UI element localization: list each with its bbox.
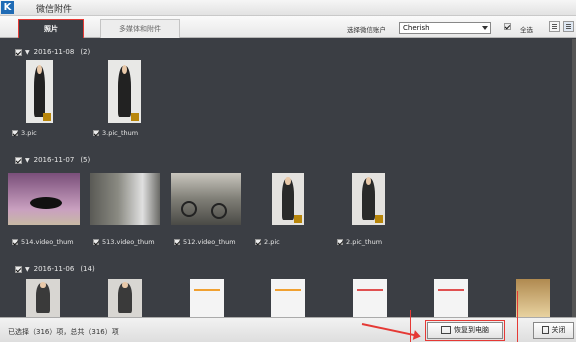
close-button[interactable]: 关闭 <box>533 322 574 339</box>
status-bar: 已选择（316）项，总共（316）项 恢复到电脑 关闭 <box>0 317 576 342</box>
exit-icon <box>541 326 549 334</box>
item-label: 513.video_thum <box>93 238 155 246</box>
photo-thumbnail[interactable] <box>516 279 550 317</box>
select-all-label: 全选 <box>520 26 533 34</box>
item-label: 3.pic_thum <box>93 129 138 137</box>
collapse-triangle-icon[interactable]: ▼ <box>25 49 30 57</box>
chevron-down-icon <box>482 26 488 30</box>
annotation-line <box>410 310 411 342</box>
item-checkbox[interactable] <box>12 130 18 136</box>
account-select[interactable]: Cherish <box>399 22 491 34</box>
collapse-triangle-icon[interactable]: ▼ <box>25 157 30 165</box>
window-title: 微信附件 <box>36 5 73 15</box>
video-thumbnail[interactable] <box>90 173 160 225</box>
photo-thumbnail[interactable] <box>352 173 385 225</box>
vertical-scrollbar[interactable] <box>572 39 576 317</box>
selection-status: 已选择（316）项，总共（316）项 <box>8 328 119 336</box>
app-logo-icon: K <box>1 1 14 14</box>
item-label: 2.pic_thum <box>337 238 382 246</box>
tab-media-attachments[interactable]: 多媒体和附件 <box>100 19 180 38</box>
video-thumbnail[interactable] <box>171 173 241 225</box>
item-label: 512.video_thum <box>174 238 236 246</box>
group-checkbox[interactable] <box>15 156 22 164</box>
tab-photos[interactable]: 照片 <box>18 19 84 38</box>
group-checkbox[interactable] <box>15 265 22 273</box>
group-date: 2016-11-08 <box>33 48 75 56</box>
screenshot-thumbnail[interactable] <box>353 279 387 317</box>
group-header[interactable]: ▼ 2016-11-07 (5) <box>15 156 90 165</box>
photo-thumbnail[interactable] <box>26 279 60 317</box>
item-label: 2.pic <box>255 238 280 246</box>
item-checkbox[interactable] <box>93 239 99 245</box>
grid-view-icon[interactable] <box>563 21 574 32</box>
item-label: 3.pic <box>12 129 37 137</box>
item-label: 514.video_thum <box>12 238 74 246</box>
photo-gallery: ▼ 2016-11-08 (2) 3.pic 3.pic_thum ▼ 2016-11… <box>0 39 572 317</box>
group-count: (14) <box>80 265 95 273</box>
item-checkbox[interactable] <box>255 239 261 245</box>
restore-to-computer-button[interactable]: 恢复到电脑 <box>425 320 505 341</box>
photo-thumbnail[interactable] <box>108 60 141 123</box>
item-checkbox[interactable] <box>12 239 18 245</box>
select-all-checkbox[interactable] <box>504 23 511 30</box>
screenshot-thumbnail[interactable] <box>434 279 468 317</box>
screenshot-thumbnail[interactable] <box>271 279 305 317</box>
group-count: (5) <box>80 156 91 164</box>
photo-thumbnail[interactable] <box>272 173 304 225</box>
title-bar: K 微信附件 <box>0 0 576 16</box>
item-checkbox[interactable] <box>337 239 343 245</box>
item-checkbox[interactable] <box>174 239 180 245</box>
screenshot-thumbnail[interactable] <box>190 279 224 317</box>
account-select-value: Cherish <box>403 24 430 32</box>
group-checkbox[interactable] <box>15 48 22 56</box>
toolbar: 照片 多媒体和附件 选择微信账户 Cherish 全选 <box>0 16 576 38</box>
group-date: 2016-11-06 <box>33 265 75 273</box>
annotation-line <box>517 291 518 342</box>
group-date: 2016-11-07 <box>33 156 75 164</box>
group-count: (2) <box>80 48 91 56</box>
photo-thumbnail[interactable] <box>26 60 53 123</box>
group-header[interactable]: ▼ 2016-11-08 (2) <box>15 48 90 57</box>
group-header[interactable]: ▼ 2016-11-06 (14) <box>15 265 95 274</box>
account-label: 选择微信账户 <box>347 26 386 34</box>
item-checkbox[interactable] <box>93 130 99 136</box>
list-view-icon[interactable] <box>549 21 560 32</box>
photo-thumbnail[interactable] <box>108 279 142 317</box>
collapse-triangle-icon[interactable]: ▼ <box>25 266 30 274</box>
monitor-icon <box>441 326 451 334</box>
video-thumbnail[interactable] <box>8 173 80 225</box>
